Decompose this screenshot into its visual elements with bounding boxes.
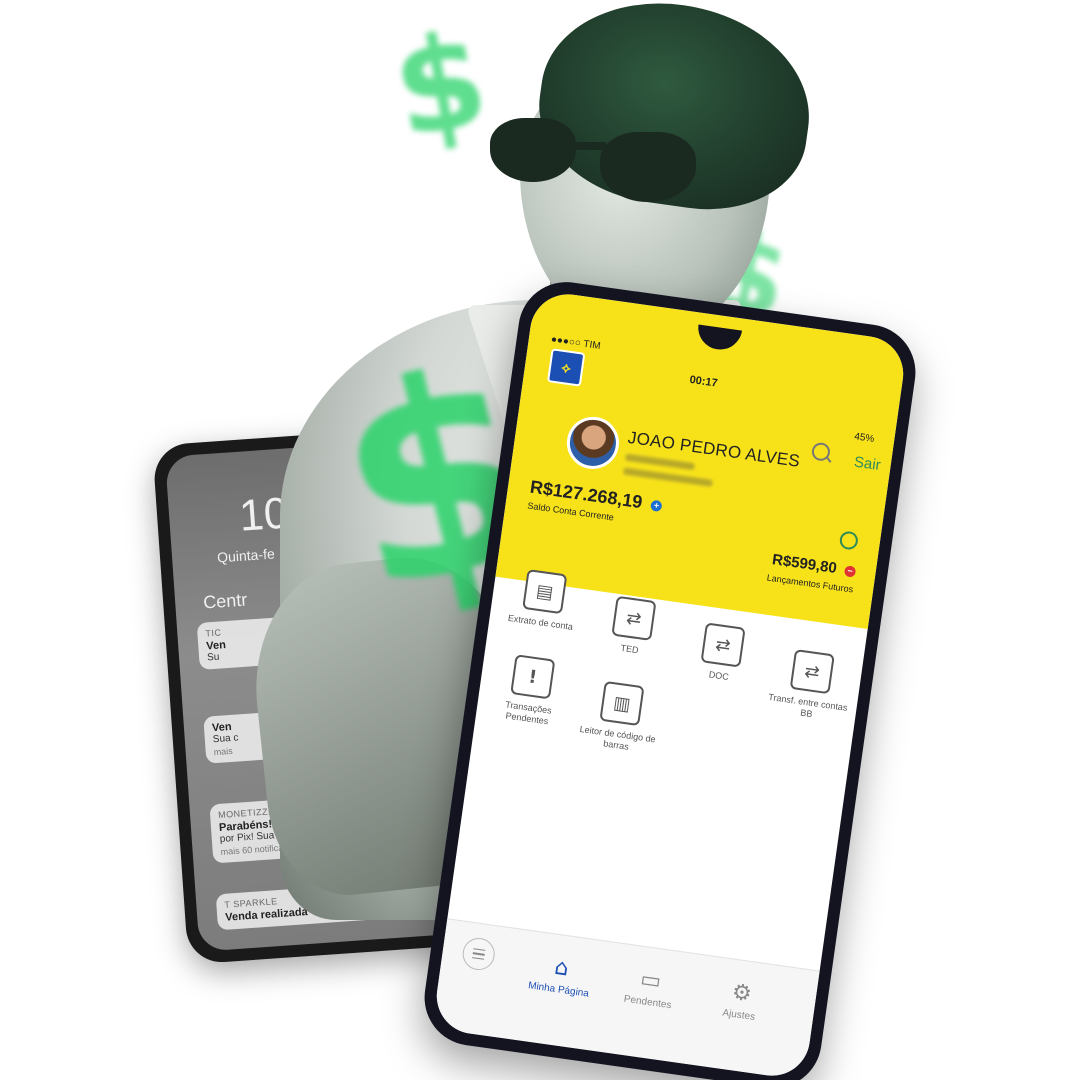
shortcut-label: DOC xyxy=(708,669,730,683)
shortcut-label: TED xyxy=(620,642,640,656)
bb-logo: ⟡ xyxy=(546,348,586,387)
tab-settings[interactable]: ⚙ Ajustes xyxy=(698,976,783,1027)
status-time: 00:17 xyxy=(688,373,719,390)
redacted-account-info xyxy=(624,453,696,471)
tab-label: Ajustes xyxy=(721,1007,756,1024)
future-amount: R$599,80 xyxy=(771,551,838,577)
promo-stage: $ $ 10 Quinta-fe Centr TIC Ven Su Ven Su… xyxy=(0,0,1080,1080)
plus-icon[interactable]: + xyxy=(650,499,663,512)
menu-button[interactable] xyxy=(460,935,497,973)
folder-icon: ▭ xyxy=(638,966,663,995)
shortcut-label: Transf. entre contas BB xyxy=(767,691,849,719)
user-name: JOAO PEDRO ALVES xyxy=(626,427,802,471)
transfer-icon: ⇄ xyxy=(789,649,835,695)
tab-pending[interactable]: ▭ Pendentes xyxy=(607,963,692,1014)
shortcut-statement[interactable]: ▤ Extrato de conta xyxy=(497,566,590,634)
transfer-icon: ⇄ xyxy=(700,622,746,668)
shortcut-bb-transfer[interactable]: ⇄ Transf. entre contas BB xyxy=(763,646,858,725)
search-icon[interactable] xyxy=(810,441,832,462)
sunglasses xyxy=(490,118,730,202)
exit-button[interactable]: Sair xyxy=(853,454,882,475)
shortcut-doc[interactable]: ⇄ DOC xyxy=(675,619,768,687)
redacted-account-info xyxy=(622,467,713,487)
gear-icon: ⚙ xyxy=(730,979,754,1008)
shortcut-ted[interactable]: ⇄ TED xyxy=(586,593,679,661)
shortcut-barcode-reader[interactable]: ▥ Leitor de código de barras xyxy=(573,678,668,757)
minus-icon[interactable]: − xyxy=(843,564,857,578)
shortcut-label: Leitor de código de barras xyxy=(579,723,657,752)
shortcut-label: Extrato de conta xyxy=(507,612,574,632)
avatar[interactable] xyxy=(563,413,623,473)
barcode-icon: ▥ xyxy=(599,680,645,727)
smile-icon[interactable] xyxy=(838,530,860,551)
tab-label: Pendentes xyxy=(623,993,673,1012)
statement-icon: ▤ xyxy=(522,569,568,615)
tab-home[interactable]: ⌂ Minha Página xyxy=(518,950,603,1001)
alert-icon: ! xyxy=(510,654,556,700)
status-battery: 45% xyxy=(853,431,875,445)
shortcut-label: Transações Pendentes xyxy=(504,699,553,727)
transfer-icon: ⇄ xyxy=(611,595,657,641)
shortcut-pending-transactions[interactable]: ! Transações Pendentes xyxy=(484,651,579,730)
